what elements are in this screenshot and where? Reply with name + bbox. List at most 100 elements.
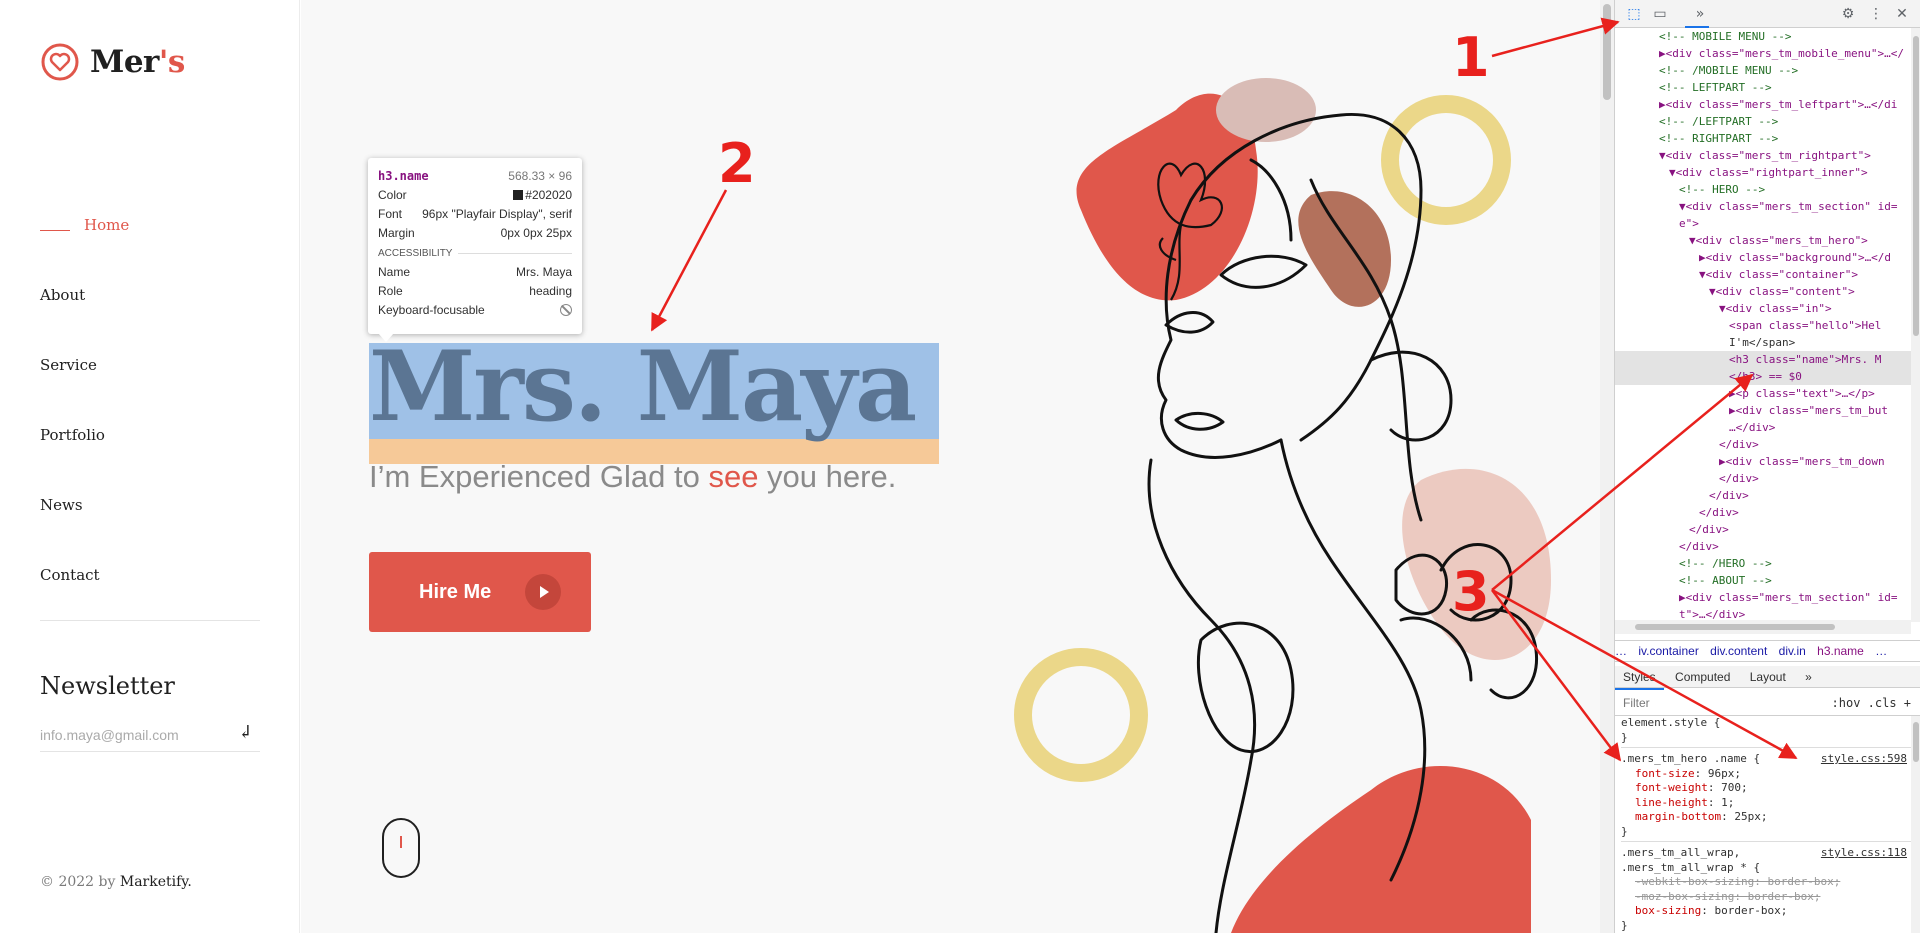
css-declaration[interactable]: box-sizing: border-box; <box>1621 904 1911 919</box>
dom-tree-line[interactable]: </div> <box>1615 487 1911 504</box>
breadcrumb-item[interactable]: … <box>1615 644 1627 658</box>
hero-name-highlight: Mrs. Maya <box>369 330 939 464</box>
hire-me-button[interactable]: Hire Me <box>369 552 591 632</box>
nav-item-news[interactable]: News <box>40 470 260 540</box>
nav-item-portfolio[interactable]: Portfolio <box>40 400 260 470</box>
logo[interactable]: Mer's <box>40 42 185 82</box>
css-rule-close: } <box>1621 824 1628 838</box>
annotation-number-2: 2 <box>718 132 756 195</box>
dom-tree-line[interactable]: </div> <box>1615 538 1911 555</box>
dom-tree-line[interactable]: ▼<div class="rightpart_inner"> <box>1615 164 1911 181</box>
styles-tabs: Styles Computed Layout » <box>1615 666 1920 690</box>
css-value: 700; <box>1721 781 1748 794</box>
breadcrumb-item-current[interactable]: h3.name <box>1817 644 1864 658</box>
css-declaration[interactable]: -webkit-box-sizing: border-box; <box>1621 875 1911 890</box>
dom-tree-line[interactable]: </div> <box>1615 521 1911 538</box>
enter-return-icon[interactable]: ↲ <box>238 722 253 743</box>
css-source-link[interactable]: style.css:598 <box>1821 752 1907 767</box>
dom-tree-line[interactable]: ▼<div class="in"> <box>1615 300 1911 317</box>
nav-item-contact[interactable]: Contact <box>40 540 260 610</box>
dom-tree-line[interactable]: ▶<div class="mers_tm_but <box>1615 402 1911 419</box>
dom-tree-line[interactable]: ▶<div class="mers_tm_mobile_menu">…</ <box>1615 45 1911 62</box>
dom-tree-line[interactable]: ▶<div class="mers_tm_down <box>1615 453 1911 470</box>
filter-actions[interactable]: :hov .cls + <box>1832 690 1911 716</box>
styles-pane: element.style {} .mers_tm_hero .name {sty… <box>1615 716 1911 933</box>
dom-tree-line[interactable]: ▼<div class="mers_tm_hero"> <box>1615 232 1911 249</box>
css-selector-line: element.style { <box>1621 716 1911 731</box>
css-source-link[interactable]: style.css:118 <box>1821 846 1907 861</box>
breadcrumb-item[interactable]: … <box>1875 644 1887 658</box>
dom-tree-line[interactable]: </div> <box>1615 436 1911 453</box>
close-icon[interactable]: ✕ <box>1893 5 1911 23</box>
settings-gear-icon[interactable]: ⚙ <box>1839 5 1857 23</box>
device-toolbar-icon[interactable]: ▭ <box>1651 5 1669 23</box>
mouse-scroll-icon[interactable] <box>382 818 420 878</box>
inspect-element-icon[interactable]: ⬚ <box>1625 5 1643 23</box>
dom-tree-line[interactable]: <!-- /MOBILE MENU --> <box>1615 62 1911 79</box>
devtools-panel: ⬚ ▭ » ⚙ ⋮ ✕ <!-- MOBILE MENU --> ▶<div cl… <box>1614 0 1920 933</box>
dom-tree-line[interactable]: </div> <box>1615 504 1911 521</box>
breadcrumb-item[interactable]: div.in <box>1779 644 1806 658</box>
dom-tree-line[interactable]: <!-- /HERO --> <box>1615 555 1911 572</box>
nav-item-about[interactable]: About <box>40 260 260 330</box>
dom-tree-line[interactable]: <!-- HERO --> <box>1615 181 1911 198</box>
css-declaration[interactable]: -moz-box-sizing: border-box; <box>1621 890 1911 905</box>
dom-tree-line[interactable]: ▼<div class="content"> <box>1615 283 1911 300</box>
dom-tree-line[interactable]: <span class="hello">Hel <box>1615 317 1911 334</box>
nav-label: About <box>40 286 86 304</box>
nav-item-service[interactable]: Service <box>40 330 260 400</box>
dom-tree-line[interactable]: <!-- MOBILE MENU --> <box>1615 28 1911 45</box>
tab-computed[interactable]: Computed <box>1667 666 1738 688</box>
dom-tree-line[interactable]: <!-- ABOUT --> <box>1615 572 1911 589</box>
dom-tree-text: ▶<div class="mers_tm_down <box>1719 455 1885 468</box>
dom-tree-line[interactable]: ▼<div class="container"> <box>1615 266 1911 283</box>
dom-tree-line[interactable]: ▶<p class="text">…</p> <box>1615 385 1911 402</box>
dom-tree-line[interactable]: ▶<div class="mers_tm_section" id= <box>1615 589 1911 606</box>
css-declaration[interactable]: margin-bottom: 25px; <box>1621 810 1911 825</box>
dom-tree-line[interactable]: I'm</span> <box>1615 334 1911 351</box>
dom-scrollbar[interactable] <box>1911 28 1920 622</box>
dom-tree-text: ▶<div class="background">…</d <box>1699 251 1892 264</box>
tab-styles[interactable]: Styles <box>1615 666 1664 690</box>
dom-tree-line[interactable]: ▼<div class="mers_tm_rightpart"> <box>1615 147 1911 164</box>
nav-item-home[interactable]: Home <box>40 190 260 260</box>
tab-layout[interactable]: Layout <box>1742 666 1794 688</box>
dom-tree-text: </div> <box>1719 438 1759 451</box>
dom-tree-text: <h3 class="name">Mrs. M <box>1729 353 1882 366</box>
more-tabs-icon[interactable]: » <box>1797 666 1820 688</box>
breadcrumb-item[interactable]: iv.container <box>1638 644 1698 658</box>
css-declaration[interactable]: font-weight: 700; <box>1621 781 1911 796</box>
css-value: 25px; <box>1734 810 1768 823</box>
css-declaration[interactable]: font-size: 96px; <box>1621 767 1911 782</box>
dom-tree-line[interactable]: …</div> <box>1615 419 1911 436</box>
dom-tree-text: <!-- /HERO --> <box>1679 557 1772 570</box>
dom-tree-line[interactable]: <!-- LEFTPART --> <box>1615 79 1911 96</box>
dom-tree-line[interactable]: </h3> == $0 <box>1615 368 1911 385</box>
dom-tree-line[interactable]: ▼<div class="mers_tm_section" id= <box>1615 198 1911 215</box>
dom-tree-line[interactable]: <!-- RIGHTPART --> <box>1615 130 1911 147</box>
css-selector: .mers_tm_all_wrap * { <box>1621 860 1761 874</box>
dom-tree-text: </div> <box>1679 540 1719 553</box>
dom-tree-line[interactable]: ▶<div class="background">…</d <box>1615 249 1911 266</box>
css-rule: .mers_tm_all_wrap * {-webkit-box-sizing:… <box>1621 861 1911 933</box>
styles-filter[interactable]: Filter :hov .cls + <box>1615 690 1920 716</box>
kebab-menu-icon[interactable]: ⋮ <box>1867 5 1885 23</box>
dom-tree-line[interactable]: e"> <box>1615 215 1911 232</box>
page-scrollbar[interactable] <box>1600 0 1614 933</box>
line-art-illustration <box>1014 78 1551 933</box>
dom-tree-line[interactable]: <!-- /LEFTPART --> <box>1615 113 1911 130</box>
dom-tree-line[interactable]: <h3 class="name">Mrs. M <box>1615 351 1911 368</box>
active-dash <box>40 229 70 231</box>
dom-horizontal-scrollbar[interactable] <box>1615 620 1911 634</box>
nav-label: Service <box>40 356 97 374</box>
css-declaration[interactable]: line-height: 1; <box>1621 796 1911 811</box>
newsletter-email-input[interactable] <box>40 718 260 752</box>
more-panels-icon[interactable]: » <box>1691 5 1709 23</box>
dom-tree-text: </div> <box>1699 506 1739 519</box>
dom-tree-line[interactable]: </div> <box>1615 470 1911 487</box>
dom-tree-line[interactable]: ▶<div class="mers_tm_leftpart">…</di <box>1615 96 1911 113</box>
breadcrumb-item[interactable]: div.content <box>1710 644 1767 658</box>
styles-scrollbar[interactable] <box>1911 716 1920 933</box>
css-selector-line: .mers_tm_all_wrap, style.css:118 <box>1621 846 1911 861</box>
screenshot-root: { "colors": {"accent": "#e0574b", "text"… <box>0 0 1920 933</box>
